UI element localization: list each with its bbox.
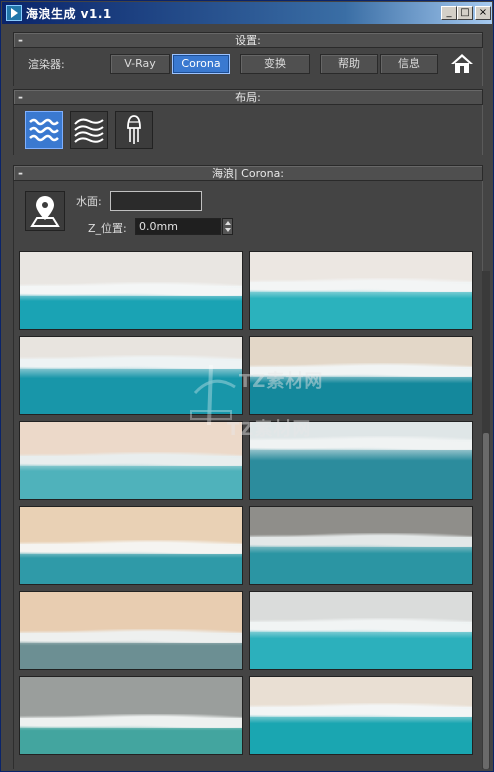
minimize-button[interactable]: _ bbox=[441, 6, 457, 20]
foam-line bbox=[250, 436, 472, 450]
water-surface-label: 水面: bbox=[76, 195, 102, 208]
waves-rollout-header[interactable]: - 海浪| Corona: bbox=[13, 165, 483, 181]
water-surface-picker[interactable] bbox=[110, 191, 202, 211]
maximize-button[interactable]: □ bbox=[457, 6, 473, 20]
foam-line bbox=[20, 452, 242, 466]
info-button[interactable]: 信息 bbox=[380, 54, 438, 74]
window-title: 海浪生成 v1.1 bbox=[26, 7, 112, 21]
settings-title: 设置: bbox=[235, 34, 261, 47]
home-icon[interactable] bbox=[450, 52, 474, 76]
wave-preset-thumbnail[interactable] bbox=[19, 506, 243, 585]
wave-preset-thumbnail[interactable] bbox=[19, 591, 243, 670]
wave-preset-thumbnail[interactable] bbox=[19, 251, 243, 330]
wave-preset-thumbnail[interactable] bbox=[249, 251, 473, 330]
wave-preset-thumbnail[interactable] bbox=[249, 421, 473, 500]
foam-line bbox=[20, 282, 242, 296]
foam-line bbox=[20, 629, 242, 643]
waves-icon[interactable] bbox=[25, 111, 63, 149]
convert-button[interactable]: 变换 bbox=[240, 54, 310, 74]
wave-preset-thumbnail[interactable] bbox=[249, 506, 473, 585]
foam-line bbox=[250, 618, 472, 632]
corona-button[interactable]: Corona bbox=[172, 54, 230, 74]
waves-outline-icon[interactable] bbox=[70, 111, 108, 149]
foam-line bbox=[250, 278, 472, 292]
map-pin-icon[interactable] bbox=[25, 191, 65, 231]
help-button[interactable]: 帮助 bbox=[320, 54, 378, 74]
client-area: - 设置: 渲染器: V-Ray Corona 变换 帮助 信息 - 布局: -… bbox=[5, 25, 491, 769]
wave-preset-thumbnail[interactable] bbox=[19, 336, 243, 415]
settings-rollout-header[interactable]: - 设置: bbox=[13, 32, 483, 48]
vray-button[interactable]: V-Ray bbox=[110, 54, 170, 74]
z-position-spinner[interactable] bbox=[222, 218, 233, 235]
wave-preset-thumbnail[interactable] bbox=[249, 336, 473, 415]
layout-title: 布局: bbox=[235, 91, 261, 104]
foam-line bbox=[250, 363, 472, 377]
app-icon bbox=[6, 5, 22, 21]
jellyfish-icon[interactable] bbox=[115, 111, 153, 149]
wave-preset-thumbnail[interactable] bbox=[19, 421, 243, 500]
foam-line bbox=[20, 714, 242, 728]
foam-line bbox=[250, 703, 472, 717]
wave-preset-thumbnail[interactable] bbox=[249, 591, 473, 670]
wave-preset-thumbnail[interactable] bbox=[19, 676, 243, 755]
z-position-label: Z_位置: bbox=[88, 222, 127, 235]
close-button[interactable]: × bbox=[475, 6, 491, 20]
settings-panel: 渲染器: V-Ray Corona 变换 帮助 信息 bbox=[13, 48, 483, 86]
wave-preset-thumbnail[interactable] bbox=[249, 676, 473, 755]
waves-title: 海浪| Corona: bbox=[211, 167, 285, 180]
z-position-input[interactable]: 0.0mm bbox=[135, 218, 221, 235]
layout-panel bbox=[13, 105, 483, 155]
layout-rollout-header[interactable]: - 布局: bbox=[13, 89, 483, 105]
app-window: 海浪生成 v1.1 _ □ × - 设置: 渲染器: V-Ray Corona … bbox=[0, 0, 494, 772]
renderer-label: 渲染器: bbox=[28, 58, 65, 71]
scrollbar-thumb[interactable] bbox=[483, 433, 489, 769]
foam-line bbox=[250, 533, 472, 547]
foam-line bbox=[20, 540, 242, 554]
foam-line bbox=[20, 355, 242, 369]
title-bar[interactable]: 海浪生成 v1.1 _ □ × bbox=[2, 2, 492, 24]
